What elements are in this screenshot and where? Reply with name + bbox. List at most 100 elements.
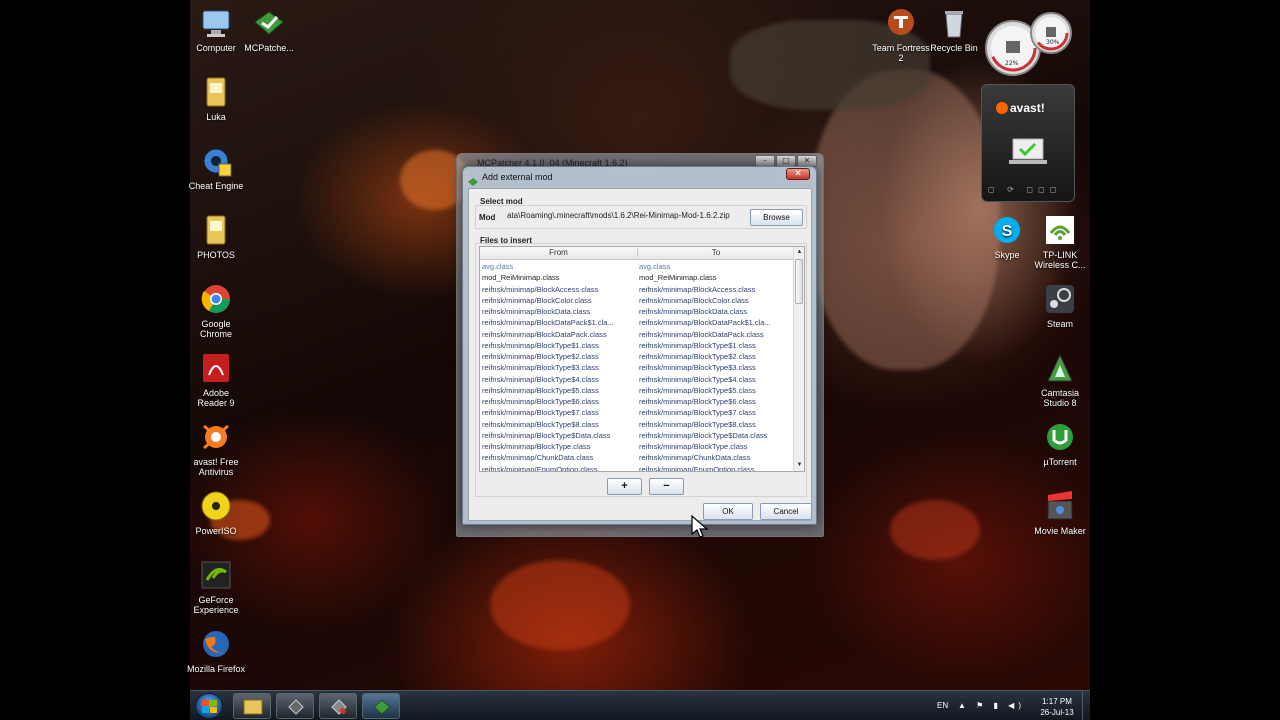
files-table[interactable]: From To avg.class avg.class mod_ReiMinimap… [479,246,805,472]
taskbar-app-button[interactable] [319,693,357,719]
avast-gadget[interactable]: avast! ◻ ⟳ ◻◻◻ [981,84,1075,202]
desktop-icon-recycle-bin[interactable]: Recycle Bin [925,6,983,53]
table-row[interactable]: reifnsk/minimap/BlockType$4.class reifnsk… [480,374,794,385]
from-cell: reifnsk/minimap/BlockType$5.class [482,385,599,395]
adobe-reader-icon [199,351,233,385]
desktop-icon-computer[interactable]: Computer [187,6,245,53]
to-cell: reifnsk/minimap/BlockType$6.class [639,397,756,406]
desktop-icon-adobe-reader[interactable]: Adobe Reader 9 [187,351,245,408]
from-cell: reifnsk/minimap/EnumOption.class [482,464,598,472]
browse-button[interactable]: Browse [750,209,803,226]
cpu-meter-gadget[interactable]: 22% 30% [985,8,1075,76]
table-row[interactable]: reifnsk/minimap/BlockType$6.class reifnsk… [480,396,794,407]
desktop-icon-geforce[interactable]: GeForce Experience [187,558,245,615]
from-cell: reifnsk/minimap/BlockDataPack.class [482,329,607,339]
table-row[interactable]: reifnsk/minimap/BlockColor.class reifnsk/… [480,295,794,306]
mcpatcher-icon [252,6,286,40]
add-external-mod-dialog[interactable]: Add external mod ✕ Select mod Mod ata\Ro… [462,166,817,525]
table-row[interactable]: reifnsk/minimap/BlockType$8.class reifnsk… [480,419,794,430]
table-row[interactable]: reifnsk/minimap/ChunkData.class reifnsk/m… [480,452,794,463]
taskbar-app-button[interactable] [276,693,314,719]
desktop-icon-luka[interactable]: Luka [187,75,245,122]
desktop-icon-poweriso[interactable]: PowerISO [187,489,245,536]
desktop-icon-avast[interactable]: avast! Free Antivirus [187,420,245,477]
taskbar-explorer-button[interactable] [233,693,271,719]
scrollbar-thumb[interactable] [795,259,803,304]
wallpaper-portrait [810,70,1000,370]
table-row[interactable]: reifnsk/minimap/BlockDataPack$1.cla... re… [480,317,794,328]
dialog-titlebar[interactable]: Add external mod ✕ [463,167,816,187]
table-row[interactable]: reifnsk/minimap/BlockAccess.class reifnsk… [480,284,794,295]
scroll-up-arrow-icon[interactable]: ▲ [795,248,804,257]
to-cell: reifnsk/minimap/BlockAccess.class [639,284,756,294]
from-cell: reifnsk/minimap/BlockColor.class [482,295,592,305]
cpu-percent-readout: 22% [1005,60,1019,67]
desktop-icon-steam[interactable]: Steam [1031,282,1089,329]
table-row[interactable]: reifnsk/minimap/BlockType$3.class reifnsk… [480,362,794,373]
dialog-title: Add external mod [482,172,553,182]
start-button[interactable] [195,693,223,719]
tray-icons[interactable]: ▲ ⚑ ▮ ◀) [958,701,1025,710]
desktop-icon-tplink[interactable]: TP-LINK Wireless C... [1031,213,1089,270]
taskbar-mcpatcher-button[interactable] [362,693,400,719]
to-cell: reifnsk/minimap/BlockDataPack$1.cla... [639,318,771,328]
system-tray: EN ▲ ⚑ ▮ ◀) 1:17 PM 26-Jul-13 [930,691,1090,720]
avast-gadget-toolbar[interactable]: ◻ ⟳ ◻◻◻ [988,185,1068,195]
cancel-button[interactable]: Cancel [760,503,812,520]
ok-button[interactable]: OK [703,503,753,520]
column-header-to[interactable]: To [637,248,794,257]
to-cell: mod_ReiMinimap.class [639,273,717,283]
table-row[interactable]: reifnsk/minimap/BlockType$Data.class reif… [480,430,794,441]
table-header: From To [480,247,794,260]
table-row[interactable]: reifnsk/minimap/BlockType$7.class reifnsk… [480,407,794,418]
to-cell: reifnsk/minimap/BlockDataPack.class [639,329,764,339]
laptop-check-icon [1009,137,1047,167]
chrome-icon [199,282,233,316]
table-row[interactable]: reifnsk/minimap/BlockType.class reifnsk/m… [480,441,794,452]
computer-icon [199,6,233,40]
column-header-from[interactable]: From [480,248,637,257]
remove-file-button[interactable]: − [649,478,684,495]
clock-time[interactable]: 1:17 PM [1036,697,1078,706]
taskbar: EN ▲ ⚑ ▮ ◀) 1:17 PM 26-Jul-13 [190,690,1090,720]
camtasia-icon [1043,351,1077,385]
table-row[interactable]: reifnsk/minimap/BlockDataPack.class reifn… [480,329,794,340]
desktop-icon-mcpatcher[interactable]: MCPatche... [240,6,298,53]
scroll-down-arrow-icon[interactable]: ▼ [795,461,804,470]
avast-icon [199,420,233,454]
desktop-icon-movie-maker[interactable]: Movie Maker [1031,489,1089,536]
poweriso-icon [199,489,233,523]
folder-icon [199,75,233,109]
from-cell: reifnsk/minimap/BlockType$Data.class [482,430,611,440]
table-row[interactable]: reifnsk/minimap/BlockType$5.class reifnsk… [480,385,794,396]
from-cell: reifnsk/minimap/BlockDataPack$1.cla... [482,318,614,328]
desktop-icon-utorrent[interactable]: µTorrent [1031,420,1089,467]
mod-path-field[interactable]: ata\Roaming\.minecraft\mods\1.6.2\Rei-Mi… [501,209,747,224]
table-row[interactable]: reifnsk/minimap/BlockType$1.class reifnsk… [480,340,794,351]
desktop-icon-cheat-engine[interactable]: Cheat Engine [187,144,245,191]
wallpaper-splatter [490,560,630,650]
clock-date[interactable]: 26-Jul-13 [1036,708,1078,717]
desktop-icon-skype[interactable]: S Skype [978,213,1036,260]
geforce-icon [199,558,233,592]
table-row[interactable]: reifnsk/minimap/EnumOption.class reifnsk/… [480,464,794,472]
show-desktop-button[interactable] [1082,691,1090,720]
table-row[interactable]: avg.class avg.class [480,261,794,272]
app-icon [288,699,304,715]
dialog-close-button[interactable]: ✕ [786,168,810,180]
desktop-icon-team-fortress[interactable]: Team Fortress 2 [872,6,930,63]
add-file-button[interactable]: + [607,478,642,495]
wallpaper-splatter [890,500,980,560]
to-cell: reifnsk/minimap/BlockType$3.class [639,363,756,373]
table-row[interactable]: reifnsk/minimap/BlockData.class reifnsk/m… [480,306,794,317]
table-row[interactable]: mod_ReiMinimap.class mod_ReiMinimap.class [480,272,794,283]
table-row[interactable]: reifnsk/minimap/BlockType$2.class reifnsk… [480,351,794,362]
table-scrollbar[interactable]: ▲ ▼ [793,247,804,471]
desktop-icon-firefox[interactable]: Mozilla Firefox [187,627,245,674]
to-cell: reifnsk/minimap/BlockType$4.class [639,374,756,384]
language-indicator[interactable]: EN [937,701,948,710]
desktop-icon-photos[interactable]: PHOTOS [187,213,245,260]
desktop-icon-google-chrome[interactable]: Google Chrome [187,282,245,339]
desktop-icon-camtasia[interactable]: Camtasia Studio 8 [1031,351,1089,408]
avast-ball-icon [996,102,1008,114]
